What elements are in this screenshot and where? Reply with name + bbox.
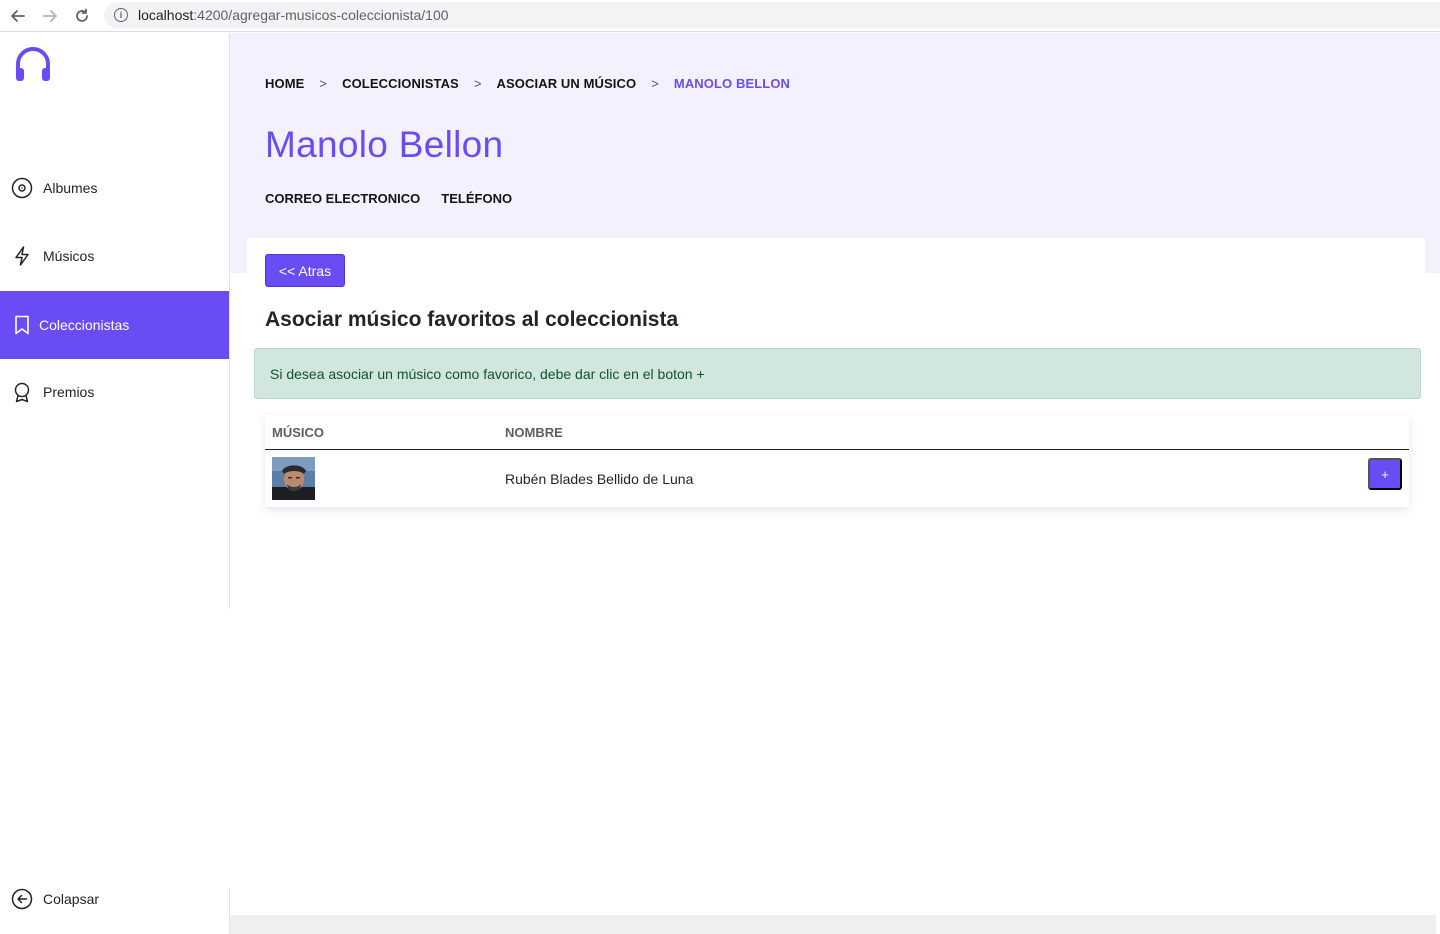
address-bar[interactable]: i localhost:4200/agregar-musicos-colecci… [104, 2, 1440, 28]
award-icon [10, 380, 34, 404]
musicians-table: MÚSICO NOMBRE Rubén Blades Bellido de Lu… [265, 415, 1409, 507]
arrow-left-circle-icon [10, 887, 34, 911]
back-button[interactable]: << Atras [265, 254, 345, 287]
page-title: Manolo Bellon [265, 124, 504, 165]
phone-label: TELÉFONO [441, 191, 513, 206]
disc-icon [10, 176, 34, 200]
url-path: :4200/agregar-musicos-coleccionista/100 [193, 7, 449, 23]
reload-icon[interactable] [66, 2, 98, 30]
alert-text: Si desea asociar un músico como favorico… [270, 365, 705, 382]
email-label: CORREO ELECTRONICO [265, 191, 421, 206]
column-header-nombre: NOMBRE [505, 425, 563, 440]
sidebar-item-label: Albumes [43, 180, 98, 196]
bookmark-icon [10, 313, 34, 337]
collapse-button[interactable]: Colapsar [0, 880, 229, 918]
breadcrumb-current: MANOLO BELLON [673, 76, 791, 91]
browser-toolbar: i localhost:4200/agregar-musicos-colecci… [0, 0, 1440, 32]
sidebar-item-coleccionistas[interactable]: Coleccionistas [0, 291, 229, 359]
musician-photo [272, 457, 315, 500]
breadcrumb-separator: > [651, 76, 659, 91]
breadcrumb: HOME > COLECCIONISTAS > ASOCIAR UN MÚSIC… [265, 76, 790, 91]
collapse-label: Colapsar [43, 891, 100, 907]
back-arrow-icon[interactable] [2, 2, 34, 30]
headphones-icon[interactable] [14, 44, 52, 84]
column-header-musico: MÚSICO [272, 425, 324, 440]
sidebar-item-label: Coleccionistas [39, 317, 130, 333]
breadcrumb-separator: > [319, 76, 328, 91]
url-host: localhost [138, 7, 194, 23]
sidebar-item-musicos[interactable]: Músicos [0, 222, 229, 290]
content-card [247, 238, 1425, 274]
sidebar-item-label: Premios [43, 384, 95, 400]
sidebar-item-label: Músicos [43, 248, 95, 264]
section-title: Asociar músico favoritos al coleccionist… [265, 308, 679, 331]
info-icon[interactable]: i [114, 8, 128, 22]
info-alert: Si desea asociar un músico como favorico… [254, 348, 1421, 399]
breadcrumb-home[interactable]: HOME [265, 76, 304, 91]
breadcrumb-coleccionistas[interactable]: COLECCIONISTAS [342, 76, 459, 91]
musician-name: Rubén Blades Bellido de Luna [505, 471, 694, 487]
sidebar-item-premios[interactable]: Premios [0, 358, 229, 426]
forward-arrow-icon[interactable] [34, 2, 66, 30]
table-row: Rubén Blades Bellido de Luna + [265, 451, 1409, 507]
add-favorite-button[interactable]: + [1368, 458, 1402, 490]
collector-meta: CORREO ELECTRONICO TELÉFONO [265, 191, 512, 206]
lightning-icon [10, 244, 34, 268]
breadcrumb-separator: > [473, 76, 482, 91]
horizontal-scrollbar[interactable] [230, 915, 1436, 934]
sidebar-item-albumes[interactable]: Albumes [0, 154, 229, 222]
table-header: MÚSICO NOMBRE [265, 415, 1409, 450]
breadcrumb-asociar-musico[interactable]: ASOCIAR UN MÚSICO [497, 76, 637, 91]
